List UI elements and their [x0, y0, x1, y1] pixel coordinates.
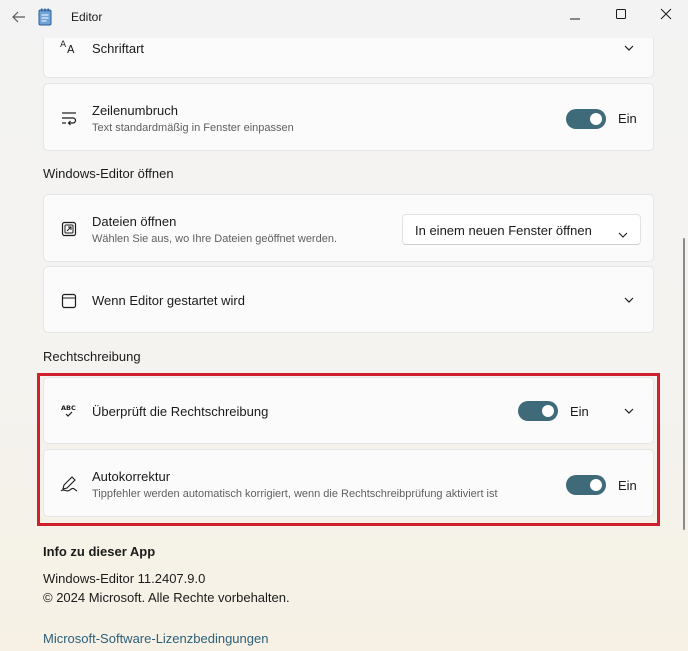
notepad-app-icon — [38, 8, 52, 26]
open-section-header: Windows-Editor öffnen — [43, 166, 174, 181]
spellcheck-icon: ABC — [60, 402, 78, 420]
spellcheck-toggle[interactable] — [518, 401, 558, 421]
chevron-down-icon[interactable] — [623, 405, 635, 417]
svg-text:A: A — [67, 43, 75, 55]
on-start-title: Wenn Editor gestartet wird — [92, 293, 245, 308]
open-files-title: Dateien öffnen — [92, 214, 177, 229]
about-copyright: © 2024 Microsoft. Alle Rechte vorbehalte… — [43, 590, 290, 605]
open-files-dropdown-value: In einem neuen Fenster öffnen — [415, 223, 592, 238]
spellcheck-title: Überprüft die Rechtschreibung — [92, 404, 269, 419]
minimize-button[interactable] — [552, 0, 598, 28]
open-in-new-window-icon — [60, 220, 78, 238]
open-files-subtitle: Wählen Sie aus, wo Ihre Dateien geöffnet… — [92, 233, 338, 245]
wordwrap-toggle[interactable] — [566, 109, 606, 129]
wordwrap-subtitle: Text standardmäßig in Fenster einpassen — [92, 122, 294, 134]
on-start-setting-card[interactable]: Wenn Editor gestartet wird — [43, 266, 654, 333]
maximize-icon — [616, 9, 626, 19]
title-bar: Editor — [0, 0, 688, 38]
back-button[interactable] — [8, 6, 30, 28]
chevron-down-icon[interactable] — [623, 294, 635, 306]
open-files-setting-card: Dateien öffnen Wählen Sie aus, wo Ihre D… — [43, 194, 654, 262]
wordwrap-title: Zeilenumbruch — [92, 103, 178, 118]
autocorrect-title: Autokorrektur — [92, 469, 171, 484]
settings-scroll-area[interactable]: A A Schriftart Zeilenumbruch Text standa… — [0, 38, 688, 651]
autocorrect-toggle[interactable] — [566, 475, 606, 495]
svg-text:ABC: ABC — [61, 404, 76, 412]
scrollbar-thumb[interactable] — [683, 238, 685, 530]
close-icon — [660, 8, 672, 20]
open-files-dropdown[interactable]: In einem neuen Fenster öffnen — [402, 214, 641, 245]
chevron-down-icon — [618, 225, 628, 241]
autocorrect-toggle-label: Ein — [618, 478, 637, 493]
wordwrap-setting-card: Zeilenumbruch Text standardmäßig in Fens… — [43, 83, 654, 151]
autocorrect-pen-icon — [60, 475, 78, 493]
wordwrap-toggle-label: Ein — [618, 111, 637, 126]
license-link[interactable]: Microsoft-Software-Lizenzbedingungen — [43, 631, 268, 646]
window-icon — [60, 292, 78, 310]
back-arrow-icon — [12, 11, 25, 23]
autocorrect-subtitle: Tippfehler werden automatisch korrigiert… — [92, 488, 498, 500]
window-title: Editor — [71, 10, 103, 24]
about-version: Windows-Editor 11.2407.9.0 — [43, 571, 206, 586]
spelling-section-header: Rechtschreibung — [43, 349, 141, 364]
autocorrect-setting-card: Autokorrektur Tippfehler werden automati… — [43, 449, 654, 517]
font-setting-title: Schriftart — [92, 41, 145, 56]
font-icon: A A — [60, 38, 78, 55]
svg-text:A: A — [60, 40, 67, 50]
word-wrap-icon — [60, 109, 78, 127]
minimize-icon — [570, 18, 580, 20]
about-title: Info zu dieser App — [43, 544, 156, 559]
font-setting-card[interactable]: A A Schriftart — [43, 38, 654, 78]
maximize-button[interactable] — [598, 0, 644, 28]
chevron-down-icon[interactable] — [623, 42, 635, 54]
close-button[interactable] — [643, 0, 688, 28]
spellcheck-setting-card[interactable]: ABC Überprüft die Rechtschreibung Ein — [43, 377, 654, 444]
spellcheck-toggle-label: Ein — [570, 404, 589, 419]
